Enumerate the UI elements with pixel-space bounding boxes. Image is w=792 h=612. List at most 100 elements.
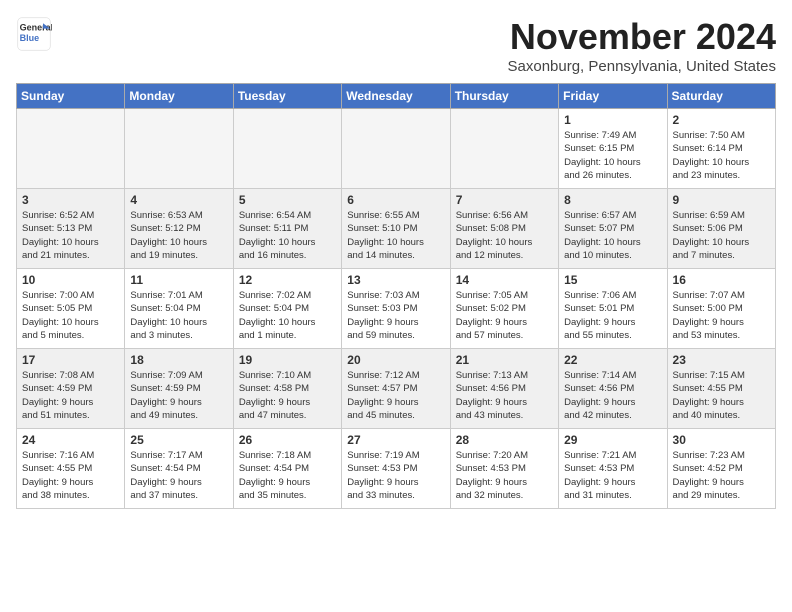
calendar-cell [450, 109, 558, 189]
day-info: Sunrise: 7:12 AM Sunset: 4:57 PM Dayligh… [347, 369, 444, 422]
calendar-cell: 12 Sunrise: 7:02 AM Sunset: 5:04 PM Dayli… [233, 269, 341, 349]
day-number: 15 [564, 273, 661, 287]
day-number: 19 [239, 353, 336, 367]
calendar-cell: 25 Sunrise: 7:17 AM Sunset: 4:54 PM Dayli… [125, 429, 233, 509]
day-info: Sunrise: 7:21 AM Sunset: 4:53 PM Dayligh… [564, 449, 661, 502]
calendar-cell: 17 Sunrise: 7:08 AM Sunset: 4:59 PM Dayli… [17, 349, 125, 429]
logo: General Blue [16, 16, 52, 52]
calendar-cell [17, 109, 125, 189]
day-info: Sunrise: 7:17 AM Sunset: 4:54 PM Dayligh… [130, 449, 227, 502]
day-info: Sunrise: 6:54 AM Sunset: 5:11 PM Dayligh… [239, 209, 336, 262]
title-area: November 2024 Saxonburg, Pennsylvania, U… [508, 16, 777, 75]
day-info: Sunrise: 7:01 AM Sunset: 5:04 PM Dayligh… [130, 289, 227, 342]
calendar-day-header: Thursday [450, 84, 558, 109]
calendar-header-row: SundayMondayTuesdayWednesdayThursdayFrid… [17, 84, 776, 109]
calendar-cell: 9 Sunrise: 6:59 AM Sunset: 5:06 PM Daylig… [667, 189, 775, 269]
calendar-week-row: 3 Sunrise: 6:52 AM Sunset: 5:13 PM Daylig… [17, 189, 776, 269]
day-info: Sunrise: 6:53 AM Sunset: 5:12 PM Dayligh… [130, 209, 227, 262]
calendar-day-header: Monday [125, 84, 233, 109]
calendar-week-row: 10 Sunrise: 7:00 AM Sunset: 5:05 PM Dayli… [17, 269, 776, 349]
logo-icon: General Blue [16, 16, 52, 52]
calendar-cell: 29Sunrise: 7:21 AM Sunset: 4:53 PM Dayli… [559, 429, 667, 509]
calendar-cell: 21Sunrise: 7:13 AM Sunset: 4:56 PM Dayli… [450, 349, 558, 429]
calendar-week-row: 1 Sunrise: 7:49 AM Sunset: 6:15 PM Daylig… [17, 109, 776, 189]
day-number: 4 [130, 193, 227, 207]
day-number: 16 [673, 273, 770, 287]
calendar-cell: 13 Sunrise: 7:03 AM Sunset: 5:03 PM Dayli… [342, 269, 450, 349]
day-number: 25 [130, 433, 227, 447]
day-info: Sunrise: 7:23 AM Sunset: 4:52 PM Dayligh… [673, 449, 770, 502]
day-info: Sunrise: 7:16 AM Sunset: 4:55 PM Dayligh… [22, 449, 119, 502]
day-info: Sunrise: 7:13 AM Sunset: 4:56 PM Dayligh… [456, 369, 553, 422]
day-number: 14 [456, 273, 553, 287]
calendar-day-header: Friday [559, 84, 667, 109]
day-number: 2 [673, 113, 770, 127]
day-number: 27 [347, 433, 444, 447]
calendar-cell: 19 Sunrise: 7:10 AM Sunset: 4:58 PM Dayli… [233, 349, 341, 429]
calendar-cell: 3 Sunrise: 6:52 AM Sunset: 5:13 PM Daylig… [17, 189, 125, 269]
page-header: General Blue November 2024 Saxonburg, Pe… [16, 16, 776, 75]
calendar-cell: 4 Sunrise: 6:53 AM Sunset: 5:12 PM Daylig… [125, 189, 233, 269]
day-info: Sunrise: 6:57 AM Sunset: 5:07 PM Dayligh… [564, 209, 661, 262]
day-info: Sunrise: 7:10 AM Sunset: 4:58 PM Dayligh… [239, 369, 336, 422]
svg-text:Blue: Blue [20, 33, 40, 43]
day-number: 30 [673, 433, 770, 447]
location: Saxonburg, Pennsylvania, United States [508, 58, 777, 75]
calendar-cell: 30 Sunrise: 7:23 AM Sunset: 4:52 PM Dayli… [667, 429, 775, 509]
calendar-cell: 15 Sunrise: 7:06 AM Sunset: 5:01 PM Dayli… [559, 269, 667, 349]
calendar-cell [233, 109, 341, 189]
day-number: 18 [130, 353, 227, 367]
calendar-table: SundayMondayTuesdayWednesdayThursdayFrid… [16, 83, 776, 509]
day-info: Sunrise: 7:02 AM Sunset: 5:04 PM Dayligh… [239, 289, 336, 342]
day-number: 1 [564, 113, 661, 127]
day-info: Sunrise: 7:18 AM Sunset: 4:54 PM Dayligh… [239, 449, 336, 502]
day-number: 7 [456, 193, 553, 207]
day-number: 6 [347, 193, 444, 207]
calendar-cell: 22Sunrise: 7:14 AM Sunset: 4:56 PM Dayli… [559, 349, 667, 429]
day-info: Sunrise: 7:19 AM Sunset: 4:53 PM Dayligh… [347, 449, 444, 502]
day-number: 17 [22, 353, 119, 367]
day-number: 13 [347, 273, 444, 287]
day-number: 8 [564, 193, 661, 207]
calendar-cell: 8 Sunrise: 6:57 AM Sunset: 5:07 PM Daylig… [559, 189, 667, 269]
calendar-cell: 26 Sunrise: 7:18 AM Sunset: 4:54 PM Dayli… [233, 429, 341, 509]
day-info: Sunrise: 7:08 AM Sunset: 4:59 PM Dayligh… [22, 369, 119, 422]
calendar-day-header: Saturday [667, 84, 775, 109]
day-number: 12 [239, 273, 336, 287]
day-number: 11 [130, 273, 227, 287]
day-info: Sunrise: 7:20 AM Sunset: 4:53 PM Dayligh… [456, 449, 553, 502]
day-info: Sunrise: 6:52 AM Sunset: 5:13 PM Dayligh… [22, 209, 119, 262]
day-info: Sunrise: 7:49 AM Sunset: 6:15 PM Dayligh… [564, 129, 661, 182]
day-number: 5 [239, 193, 336, 207]
day-info: Sunrise: 6:59 AM Sunset: 5:06 PM Dayligh… [673, 209, 770, 262]
day-number: 9 [673, 193, 770, 207]
day-number: 10 [22, 273, 119, 287]
calendar-cell: 5 Sunrise: 6:54 AM Sunset: 5:11 PM Daylig… [233, 189, 341, 269]
day-info: Sunrise: 7:09 AM Sunset: 4:59 PM Dayligh… [130, 369, 227, 422]
calendar-cell: 27 Sunrise: 7:19 AM Sunset: 4:53 PM Dayli… [342, 429, 450, 509]
day-info: Sunrise: 7:03 AM Sunset: 5:03 PM Dayligh… [347, 289, 444, 342]
calendar-week-row: 17 Sunrise: 7:08 AM Sunset: 4:59 PM Dayli… [17, 349, 776, 429]
calendar-cell: 24 Sunrise: 7:16 AM Sunset: 4:55 PM Dayli… [17, 429, 125, 509]
calendar-cell: 6 Sunrise: 6:55 AM Sunset: 5:10 PM Daylig… [342, 189, 450, 269]
calendar-week-row: 24 Sunrise: 7:16 AM Sunset: 4:55 PM Dayli… [17, 429, 776, 509]
day-number: 20 [347, 353, 444, 367]
calendar-cell: 14 Sunrise: 7:05 AM Sunset: 5:02 PM Dayli… [450, 269, 558, 349]
day-info: Sunrise: 7:05 AM Sunset: 5:02 PM Dayligh… [456, 289, 553, 342]
calendar-day-header: Tuesday [233, 84, 341, 109]
day-info: Sunrise: 7:00 AM Sunset: 5:05 PM Dayligh… [22, 289, 119, 342]
day-info: Sunrise: 6:55 AM Sunset: 5:10 PM Dayligh… [347, 209, 444, 262]
day-number: 24 [22, 433, 119, 447]
day-info: Sunrise: 7:06 AM Sunset: 5:01 PM Dayligh… [564, 289, 661, 342]
calendar-cell: 18 Sunrise: 7:09 AM Sunset: 4:59 PM Dayli… [125, 349, 233, 429]
calendar-cell: 1 Sunrise: 7:49 AM Sunset: 6:15 PM Daylig… [559, 109, 667, 189]
day-number: 3 [22, 193, 119, 207]
day-info: Sunrise: 6:56 AM Sunset: 5:08 PM Dayligh… [456, 209, 553, 262]
calendar-cell: 2Sunrise: 7:50 AM Sunset: 6:14 PM Daylig… [667, 109, 775, 189]
month-title: November 2024 [508, 16, 777, 58]
calendar-day-header: Sunday [17, 84, 125, 109]
calendar-cell: 7 Sunrise: 6:56 AM Sunset: 5:08 PM Daylig… [450, 189, 558, 269]
calendar-day-header: Wednesday [342, 84, 450, 109]
calendar-cell: 28Sunrise: 7:20 AM Sunset: 4:53 PM Dayli… [450, 429, 558, 509]
day-number: 26 [239, 433, 336, 447]
